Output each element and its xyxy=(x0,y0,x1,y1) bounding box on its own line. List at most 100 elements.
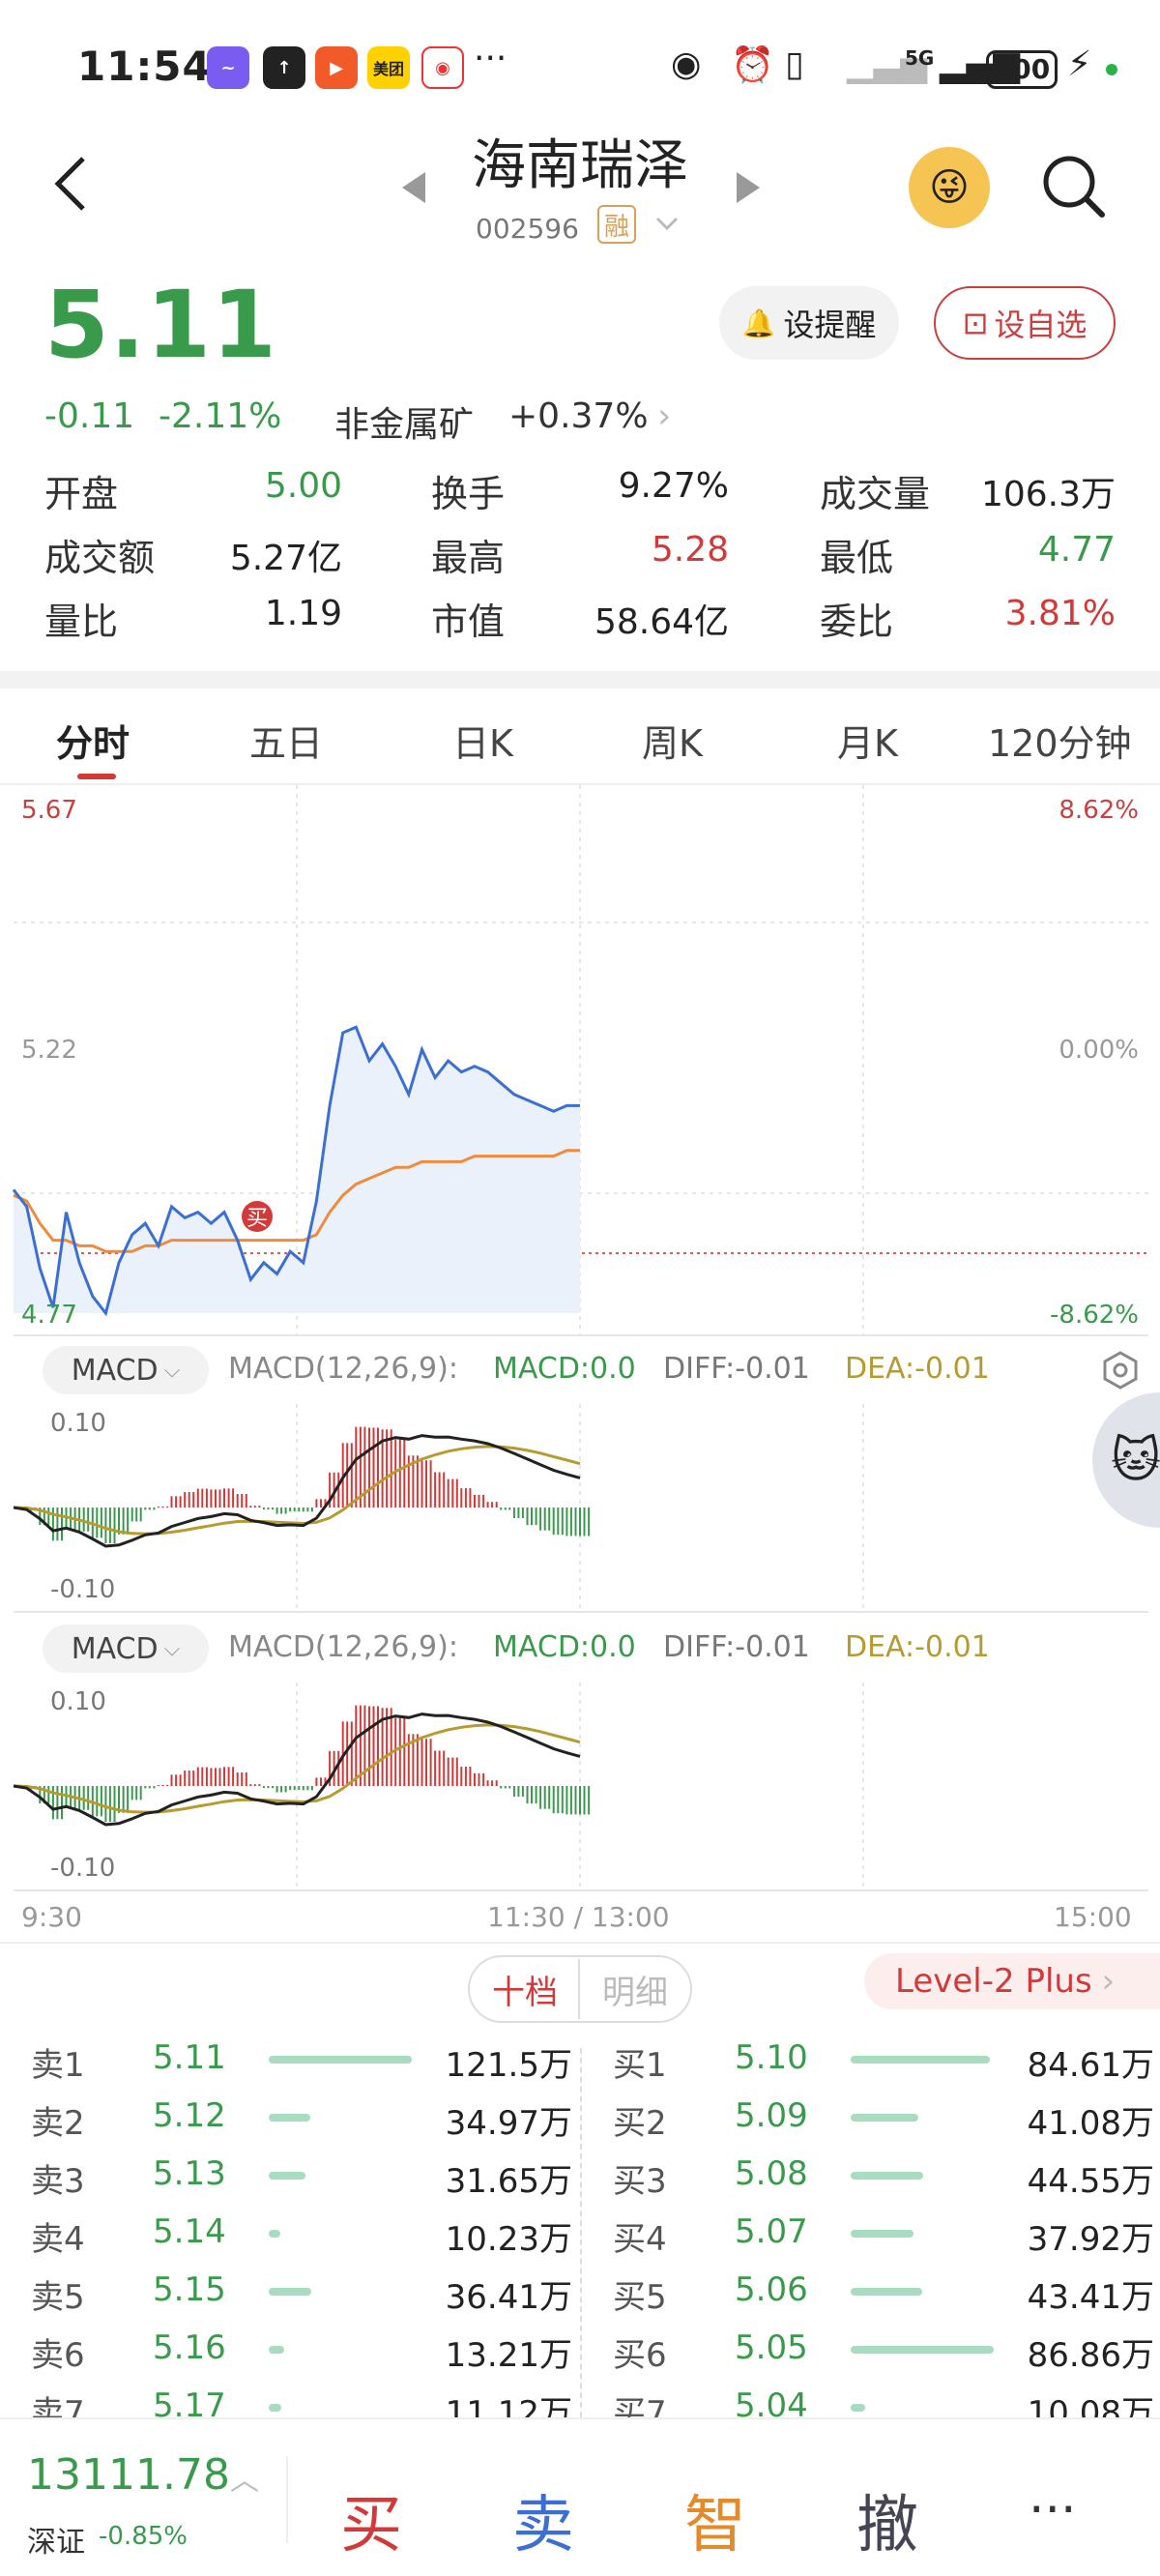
buy-level-label: 买5 xyxy=(613,2278,667,2317)
stat-label: 委比 xyxy=(820,600,894,643)
sell-level-label: 卖5 xyxy=(31,2278,85,2317)
mascot-icon[interactable]: 😜 xyxy=(909,147,990,228)
macd-chart-2: 0.10 -0.10 xyxy=(13,1683,864,1889)
stat-value: 5.00 xyxy=(264,466,342,506)
set-reminder-button[interactable]: 🔔 设提醒 xyxy=(719,286,899,360)
watchlist-icon: ⊡ xyxy=(962,305,989,341)
level2-plus-button[interactable]: Level-2 Plus › xyxy=(864,1953,1160,2009)
buy-volume-bar xyxy=(851,2404,865,2412)
buy-level-label: 买1 xyxy=(613,2046,667,2085)
search-icon[interactable] xyxy=(1040,153,1108,220)
y-axis-mid: 5.22 xyxy=(21,1036,77,1065)
buy-volume: 44.55万 xyxy=(1027,2162,1154,2201)
stat-value: 4.77 xyxy=(1037,530,1116,570)
macd-selector-label: MACD xyxy=(71,1353,159,1388)
meituan-icon: 美团 xyxy=(367,46,410,89)
tab-120-min[interactable]: 120分钟 xyxy=(988,714,1132,767)
index-pct: -0.85% xyxy=(99,2522,188,2551)
macd-params: MACD(12,26,9): xyxy=(228,1630,458,1664)
stat-label: 量比 xyxy=(44,600,119,643)
pct-axis-top: 8.62% xyxy=(1058,796,1139,825)
chart-divider xyxy=(14,1889,1148,1891)
macd-params: MACD(12,26,9): xyxy=(228,1352,458,1386)
prev-stock-icon[interactable] xyxy=(400,170,427,205)
sell-price: 5.15 xyxy=(153,2270,226,2309)
next-stock-icon[interactable] xyxy=(735,170,762,205)
time-mid: 11:30 / 13:00 xyxy=(487,1901,670,1933)
sector-chevron-icon[interactable]: › xyxy=(657,396,671,436)
sell-volume-bar xyxy=(269,2230,280,2238)
status-time: 11:54 xyxy=(77,43,212,90)
margin-badge: 融 xyxy=(597,205,636,244)
sell-price: 5.11 xyxy=(153,2038,226,2077)
tab-weekly-k[interactable]: 周K xyxy=(642,714,703,767)
sell-volume: 34.97万 xyxy=(445,2104,572,2143)
intraday-chart[interactable]: 5.67 5.22 4.77 8.62% 0.00% -8.62% 买 xyxy=(0,785,1160,1336)
buy-button[interactable]: 买 xyxy=(340,2475,402,2564)
sell-volume: 31.65万 xyxy=(445,2162,572,2201)
tab-ten-level[interactable]: 十档 xyxy=(472,1959,580,2019)
macd-axis-top: 0.10 xyxy=(50,1409,106,1438)
macd-selector-2[interactable]: MACD ⌵ xyxy=(43,1625,209,1673)
buy-volume-bar xyxy=(851,2346,994,2354)
y-axis-bottom: 4.77 xyxy=(21,1301,77,1330)
stat-value: 3.81% xyxy=(1004,594,1116,633)
macd-selector-1[interactable]: MACD ⌵ xyxy=(43,1346,209,1394)
sell-price: 5.16 xyxy=(153,2328,226,2367)
chevron-right-icon: › xyxy=(1101,1962,1116,2001)
more-notifications-icon: ··· xyxy=(474,39,508,78)
chevron-down-icon: ⌵ xyxy=(163,1636,181,1661)
buy-volume: 43.41万 xyxy=(1027,2278,1154,2317)
stat-value: 5.27亿 xyxy=(229,539,342,578)
pct-axis-mid: 0.00% xyxy=(1058,1036,1139,1065)
buy-marker-label: 买 xyxy=(246,1207,268,1231)
cancel-order-button[interactable]: 撤 xyxy=(856,2475,918,2564)
status-bar: 11:54 ~ ↑ ▶ 美团 ◉ ··· ◉ ⏰ ▯ ▁▃▅ 5G ▂▄▆ 10… xyxy=(0,0,1160,135)
smart-button[interactable]: 智 xyxy=(684,2475,746,2564)
buy-level-label: 买4 xyxy=(613,2220,667,2259)
stat-label: 换手 xyxy=(431,473,506,515)
sell-volume-bar xyxy=(269,2404,282,2412)
buy-level-label: 买6 xyxy=(613,2336,667,2375)
time-end: 15:00 xyxy=(1054,1901,1132,1933)
sector-pct[interactable]: +0.37% xyxy=(508,396,649,436)
tab-detail[interactable]: 明细 xyxy=(582,1959,688,2019)
chevron-up-icon[interactable]: ︿ xyxy=(230,2456,259,2499)
buy-volume: 84.61万 xyxy=(1027,2046,1154,2085)
sell-button[interactable]: 卖 xyxy=(512,2475,574,2564)
stat-label: 最低 xyxy=(820,537,894,579)
stock-code: 002596 xyxy=(476,213,579,245)
chart-divider xyxy=(14,1334,1148,1336)
more-icon[interactable]: ··· xyxy=(1029,2481,1077,2539)
sell-volume-bar xyxy=(269,2288,312,2296)
stat-label: 成交量 xyxy=(820,473,931,515)
sell-volume: 36.41万 xyxy=(445,2278,572,2317)
y-axis-top: 5.67 xyxy=(21,796,77,825)
settings-icon[interactable] xyxy=(1100,1350,1141,1390)
sell-level-label: 卖1 xyxy=(31,2046,85,2085)
time-start: 9:30 xyxy=(21,1901,82,1933)
buy-level-label: 买3 xyxy=(613,2162,667,2201)
chevron-down-icon[interactable] xyxy=(653,215,681,234)
buy-marker[interactable]: 买 xyxy=(242,1201,273,1232)
chevron-down-icon: ⌵ xyxy=(163,1358,181,1383)
sell-price: 5.12 xyxy=(153,2096,226,2135)
stat-value: 106.3万 xyxy=(980,475,1116,514)
buy-volume: 86.86万 xyxy=(1027,2336,1154,2375)
sector-name[interactable]: 非金属矿 xyxy=(334,396,474,447)
macd-chart-1: 0.10 -0.10 xyxy=(13,1404,864,1611)
tab-monthly-k[interactable]: 月K xyxy=(837,714,898,767)
macd-axis-bottom: -0.10 xyxy=(50,1854,115,1883)
sell-level-label: 卖2 xyxy=(31,2104,85,2143)
diff-value: DIFF:-0.01 xyxy=(663,1630,810,1664)
buy-price: 5.06 xyxy=(735,2270,808,2309)
add-watchlist-button[interactable]: ⊡ 设自选 xyxy=(934,286,1116,360)
tab-intraday[interactable]: 分时 xyxy=(56,714,130,767)
tab-five-day[interactable]: 五日 xyxy=(249,714,323,767)
index-value[interactable]: 13111.78 xyxy=(27,2450,230,2500)
stat-value: 9.27% xyxy=(618,466,729,506)
buy-volume: 41.08万 xyxy=(1027,2104,1154,2143)
macd-axis-bottom: -0.10 xyxy=(50,1575,115,1604)
price-change: -0.11 xyxy=(44,396,135,436)
tab-daily-k[interactable]: 日K xyxy=(452,714,513,767)
